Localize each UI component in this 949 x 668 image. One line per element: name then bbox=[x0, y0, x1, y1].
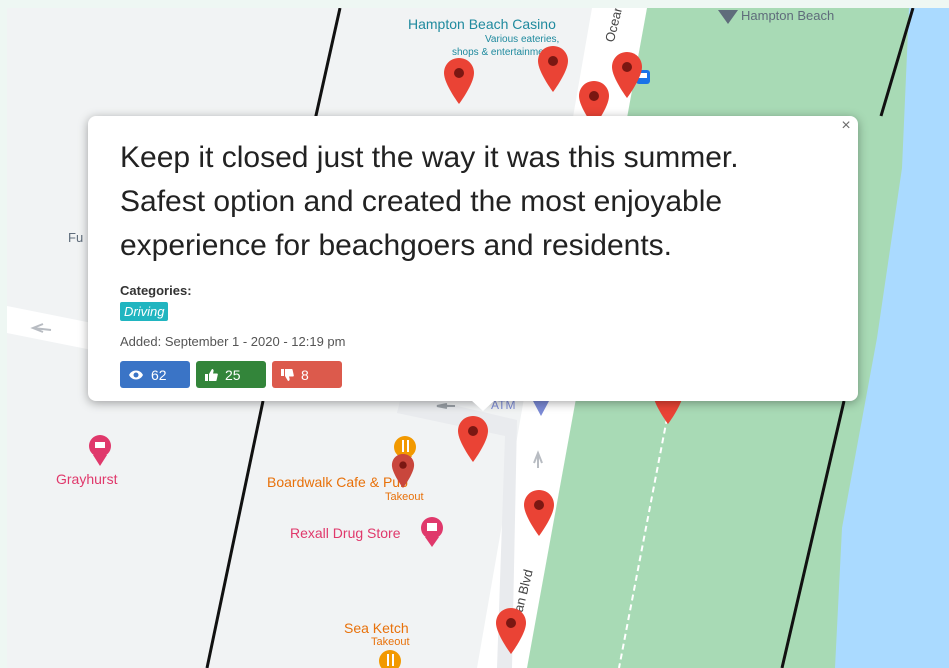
thumbs-down-icon bbox=[281, 368, 294, 381]
comment-text: Keep it closed just the way it was this … bbox=[120, 141, 739, 262]
grayhurst-label[interactable]: Grayhurst bbox=[56, 471, 117, 487]
comment-marker[interactable] bbox=[537, 46, 569, 92]
thumbs-up-icon bbox=[205, 368, 218, 381]
category-tag[interactable]: Driving bbox=[120, 302, 169, 321]
comment-popup: × Keep it closed just the way it was thi… bbox=[88, 116, 858, 411]
comment-marker[interactable] bbox=[457, 416, 489, 462]
boardwalk-sub-label: Takeout bbox=[385, 491, 424, 503]
comment-marker[interactable] bbox=[495, 608, 527, 654]
comment-marker[interactable] bbox=[611, 52, 643, 98]
stats-row: 62 25 8 bbox=[120, 361, 826, 388]
dislike-button[interactable]: 8 bbox=[272, 361, 342, 388]
dislikes-count: 8 bbox=[301, 366, 309, 383]
sea-ketch-label[interactable]: Sea Ketch bbox=[344, 620, 409, 636]
restaurant-icon bbox=[379, 650, 401, 668]
casino-name-label[interactable]: Hampton Beach Casino bbox=[408, 16, 556, 32]
comment-marker[interactable] bbox=[391, 454, 415, 488]
rexall-label[interactable]: Rexall Drug Store bbox=[290, 525, 401, 541]
like-button[interactable]: 25 bbox=[196, 361, 266, 388]
comment-marker[interactable] bbox=[443, 58, 475, 104]
partial-place-label: Fu bbox=[68, 230, 84, 245]
hampton-beach-label[interactable]: Hampton Beach bbox=[741, 8, 834, 23]
popup-pointer bbox=[471, 400, 495, 411]
casino-desc-label: Various eateries, bbox=[485, 34, 560, 45]
categories-label: Categories: bbox=[120, 283, 192, 298]
comment-marker[interactable] bbox=[523, 490, 555, 536]
views-button[interactable]: 62 bbox=[120, 361, 190, 388]
close-icon[interactable]: × bbox=[838, 118, 854, 134]
sea-ketch-sub-label: Takeout bbox=[371, 636, 410, 648]
likes-count: 25 bbox=[225, 366, 241, 383]
boardwalk-label[interactable]: Boardwalk Cafe & Pub bbox=[267, 474, 408, 490]
eye-icon bbox=[129, 370, 143, 379]
boundary-line bbox=[205, 400, 265, 668]
boundary-line bbox=[313, 8, 342, 121]
views-count: 62 bbox=[151, 366, 167, 383]
added-date: Added: September 1 - 2020 - 12:19 pm bbox=[120, 334, 346, 349]
